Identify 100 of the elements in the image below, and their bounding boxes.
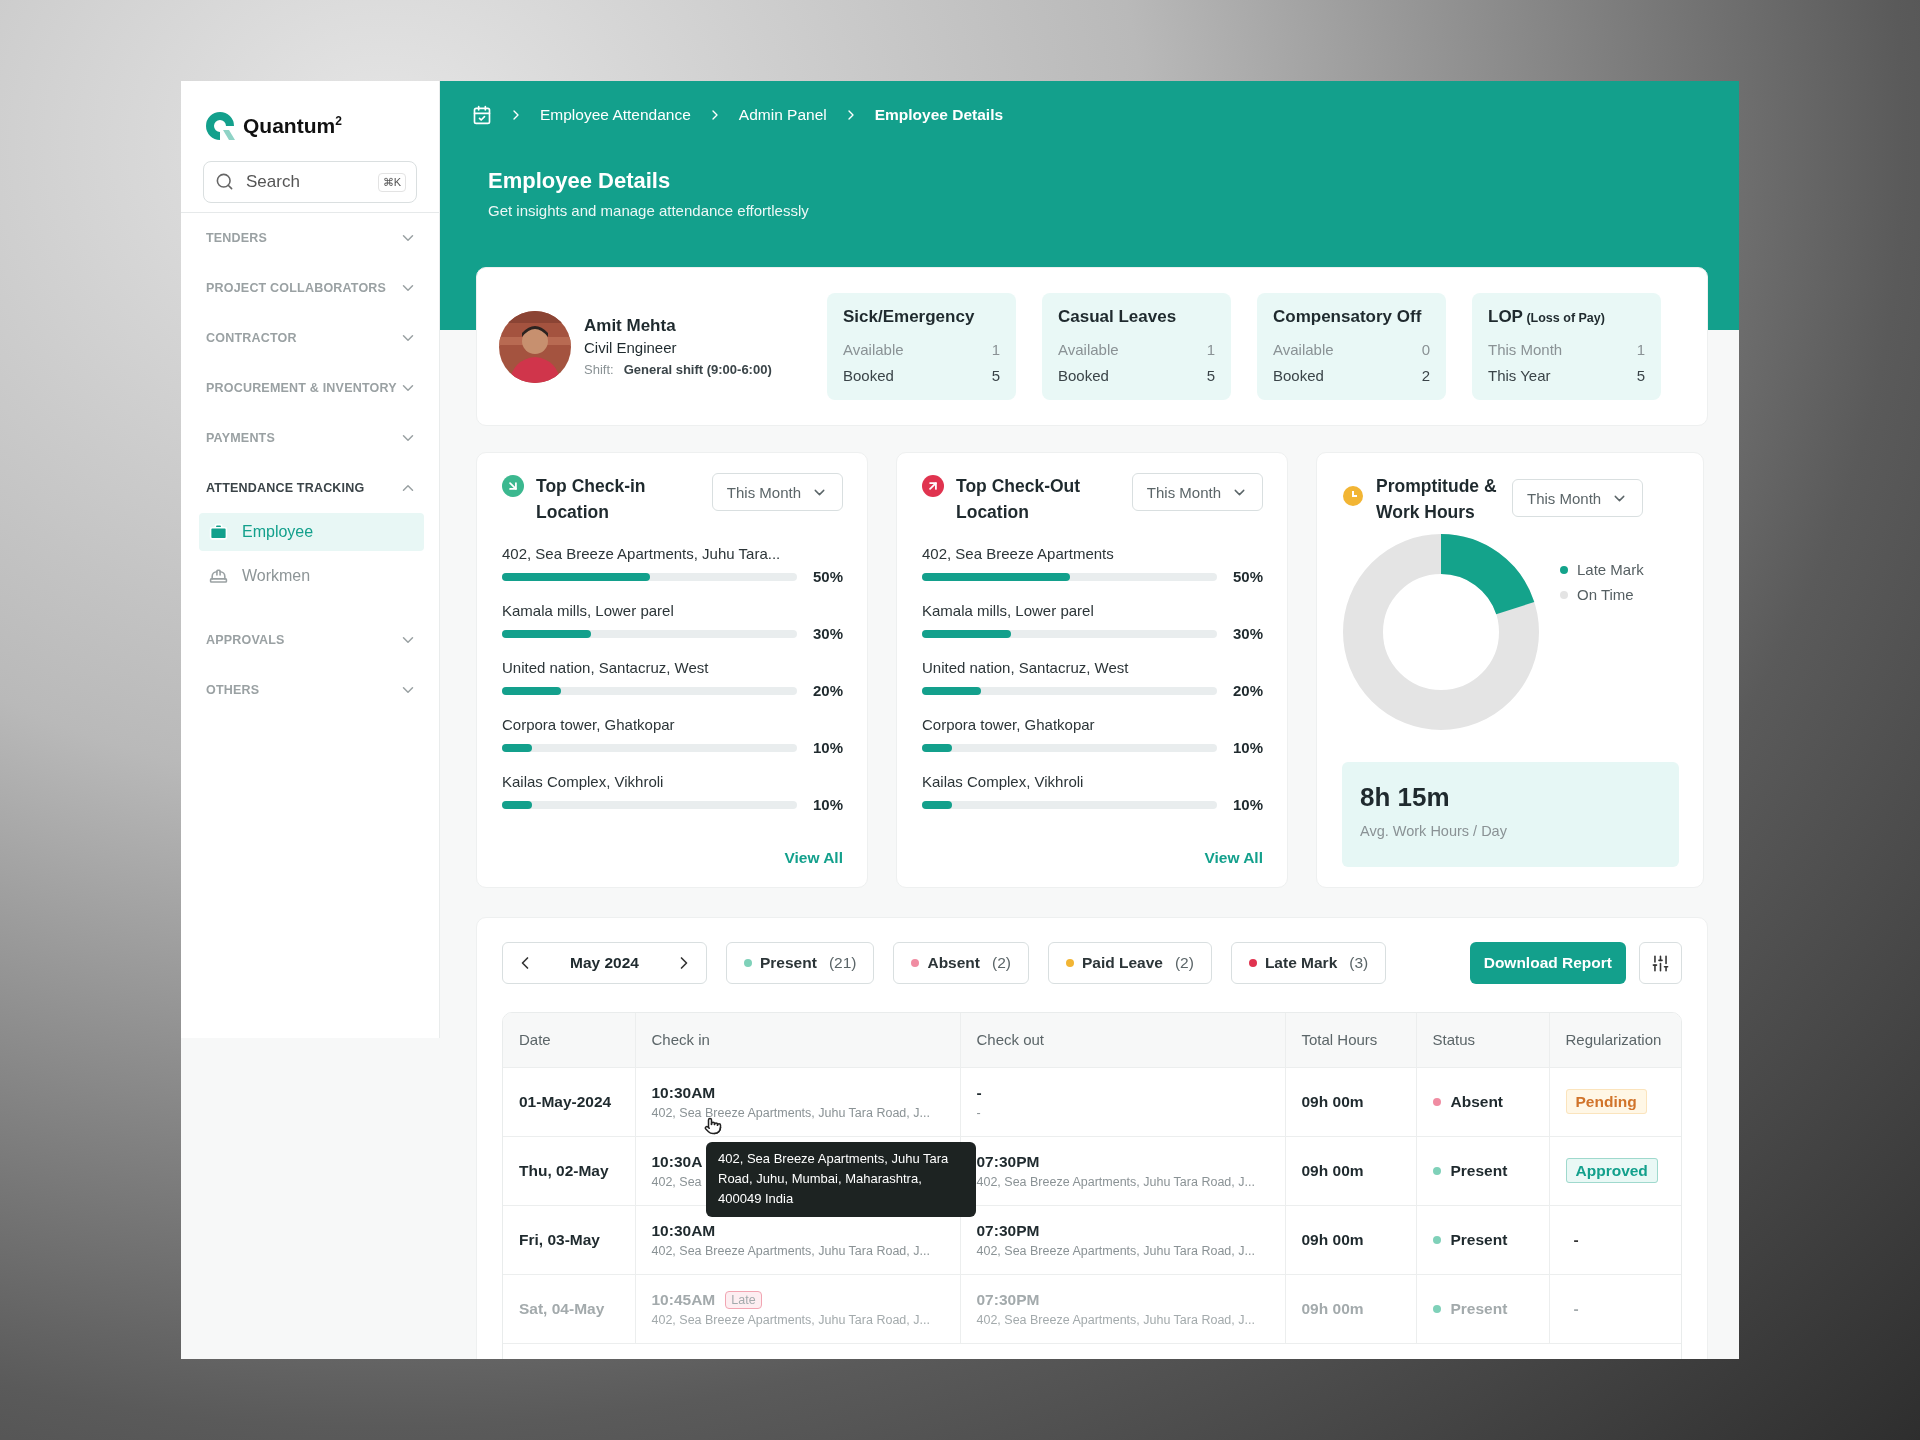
- month-label: May 2024: [570, 954, 639, 972]
- total-hours: 09h 00m: [1301, 1230, 1364, 1248]
- calendar-icon: [472, 105, 492, 125]
- legend-label: On Time: [1577, 586, 1634, 603]
- check-out-address: 402, Sea Breeze Apartments, Juhu Tara Road, J...: [976, 1174, 1255, 1189]
- check-in-address: 402, Sea Breeze Apartments, Juhu Tara Road, J...: [651, 1312, 930, 1327]
- download-report-button[interactable]: Download Report: [1469, 942, 1626, 984]
- location-name: Corpora tower, Ghatkopar: [922, 716, 1096, 733]
- total-hours: 09h 00m: [1301, 1299, 1364, 1317]
- panel-title: Top Check-Out Location: [956, 475, 1082, 524]
- address-tooltip: 402, Sea Breeze Apartments, Juhu Tara Road, Juhu, Mumbai, Maharashtra, 400049 India: [706, 1142, 976, 1217]
- leave-value: 1: [991, 340, 1000, 360]
- sidebar-item[interactable]: Workmen: [199, 557, 424, 595]
- sidebar-section[interactable]: ATTENDANCE TRACKING: [181, 463, 439, 513]
- filter-chip[interactable]: Absent (2): [893, 942, 1029, 984]
- check-in-time: 10:30AM: [651, 1083, 716, 1102]
- leave-title: Sick/Emergency: [843, 307, 976, 327]
- location-percent: 30%: [1231, 625, 1263, 642]
- page-subtitle: Get insights and manage attendance effortlessly: [488, 202, 810, 219]
- panel-title: Promptitude & Work Hours: [1376, 475, 1498, 524]
- check-in-address: 402, Sea: [651, 1174, 702, 1189]
- location-percent: 50%: [1231, 568, 1263, 585]
- total-hours: 09h 00m: [1301, 1092, 1364, 1110]
- date-text: Thu, 02-May: [519, 1161, 609, 1179]
- sidebar-section[interactable]: OTHERS: [181, 665, 439, 715]
- work-hours-label: Avg. Work Hours / Day: [1360, 823, 1508, 839]
- check-in-time: 10:45AM: [651, 1290, 716, 1309]
- sidebar-item[interactable]: Employee: [199, 513, 424, 551]
- filter-chip[interactable]: Paid Leave (2): [1047, 942, 1212, 984]
- leave-title: Compensatory Off: [1273, 307, 1423, 327]
- check-in-address: 402, Sea Breeze Apartments, Juhu Tara Road, J...: [651, 1243, 930, 1258]
- shift-value: General shift (9:00-6:00): [623, 362, 772, 377]
- period-dropdown[interactable]: This Month: [711, 473, 843, 511]
- logo-icon: [203, 109, 237, 143]
- leave-value: 2: [1421, 366, 1430, 386]
- location-percent: 20%: [811, 682, 843, 699]
- panel-title: Top Check-in Location: [536, 475, 647, 524]
- filter-settings-button[interactable]: [1639, 942, 1682, 984]
- location-name: Kailas Complex, Vikhroli: [922, 773, 1085, 790]
- filter-chip[interactable]: Present (21): [726, 942, 875, 984]
- late-tag: Late: [725, 1290, 762, 1309]
- breadcrumb-link[interactable]: Employee Attendance: [540, 106, 691, 124]
- location-name: Kamala mills, Lower parel: [922, 602, 1095, 619]
- leave-value: 1: [1206, 340, 1215, 360]
- check-in-address: 402, Sea Breeze Apartments, Juhu Tara Road, J...: [651, 1105, 930, 1120]
- leave-value: 5: [1636, 366, 1645, 386]
- status-text: Present: [1450, 1161, 1508, 1180]
- check-out-address: 402, Sea Breeze Apartments, Juhu Tara Road, J...: [976, 1312, 1255, 1327]
- view-all-link[interactable]: View All: [1204, 849, 1263, 867]
- leave-value: 5: [1206, 366, 1215, 386]
- date-text: 01-May-2024: [519, 1092, 612, 1110]
- leave-value: 0: [1421, 340, 1430, 360]
- column-header: Total Hours: [1285, 1013, 1416, 1067]
- check-in-time: 10:30AM: [651, 1221, 716, 1240]
- location-name: Kamala mills, Lower parel: [502, 602, 675, 619]
- sidebar-section[interactable]: PAYMENTS: [181, 413, 439, 463]
- status-text: Present: [1450, 1299, 1508, 1318]
- location-name: Corpora tower, Ghatkopar: [502, 716, 676, 733]
- cursor-icon: [704, 1117, 722, 1135]
- column-header: Date: [503, 1013, 635, 1067]
- work-hours-value: 8h 15m: [1360, 782, 1451, 813]
- view-all-link[interactable]: View All: [784, 849, 843, 867]
- leave-label: This Month: [1488, 340, 1563, 360]
- regularization-tag: -: [1565, 1296, 1588, 1320]
- location-name: United nation, Santacruz, West: [502, 659, 710, 676]
- status-text: Absent: [1450, 1092, 1504, 1111]
- leave-value: 1: [1636, 340, 1645, 360]
- period-dropdown[interactable]: This Month: [1131, 473, 1263, 511]
- location-name: United nation, Santacruz, West: [922, 659, 1130, 676]
- location-percent: 10%: [1231, 796, 1263, 813]
- briefcase-icon: [209, 522, 228, 542]
- clock-icon: [1342, 485, 1364, 507]
- page-title: Employee Details: [488, 168, 672, 194]
- sidebar-section[interactable]: APPROVALS: [181, 615, 439, 665]
- leave-title: Casual Leaves: [1058, 307, 1178, 327]
- check-out-time: 07:30PM: [976, 1152, 1040, 1171]
- check-out-time: 07:30PM: [976, 1221, 1040, 1240]
- regularization-tag: -: [1565, 1227, 1588, 1251]
- location-percent: 50%: [811, 568, 843, 585]
- logo-text: Quantum$^{2}$: [243, 114, 342, 138]
- date-text: Fri, 03-May: [519, 1230, 600, 1248]
- location-percent: 10%: [811, 739, 843, 756]
- leave-label: Available: [1058, 340, 1119, 360]
- status-text: Present: [1450, 1230, 1508, 1249]
- breadcrumb-link[interactable]: Employee Details: [874, 106, 1004, 124]
- period-dropdown[interactable]: This Month: [1512, 479, 1644, 517]
- breadcrumb-link[interactable]: Admin Panel: [738, 106, 827, 124]
- legend-label: Late Mark: [1577, 561, 1644, 578]
- filter-chip[interactable]: Late Mark (3): [1230, 942, 1387, 984]
- leave-label: Booked: [1273, 366, 1324, 386]
- sidebar-section[interactable]: PROCUREMENT & INVENTORY: [181, 363, 439, 413]
- sidebar-section[interactable]: PROJECT COLLABORATORS: [181, 263, 439, 313]
- sidebar-section[interactable]: CONTRACTOR: [181, 313, 439, 363]
- check-out-time: -: [976, 1083, 982, 1102]
- arrow-up-right-icon: [922, 475, 944, 497]
- leave-label: This Year: [1488, 366, 1551, 386]
- check-in-time: 10:30A: [651, 1152, 703, 1171]
- arrow-down-right-icon: [502, 475, 524, 497]
- sliders-icon: [1651, 953, 1670, 973]
- sidebar-section[interactable]: TENDERS: [181, 213, 439, 263]
